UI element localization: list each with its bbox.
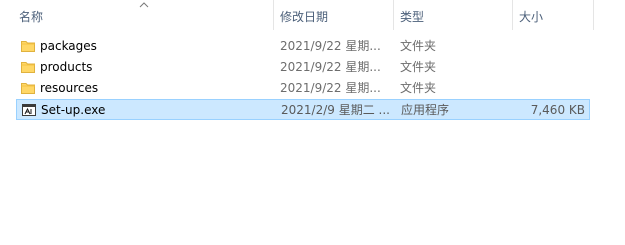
file-type: 文件夹: [400, 39, 437, 53]
file-date: 2021/9/22 星期...: [280, 39, 381, 53]
column-header-name[interactable]: 名称: [19, 0, 43, 32]
column-header-date-label: 修改日期: [280, 10, 329, 24]
column-divider[interactable]: [593, 0, 594, 30]
file-row-selected[interactable]: Set-up.exe 2021/2/9 星期二 ... 应用程序 7,460 K…: [16, 99, 590, 120]
file-name: Set-up.exe: [41, 103, 106, 117]
sort-ascending-icon: [139, 2, 149, 8]
file-date: 2021/2/9 星期二 ...: [281, 103, 390, 117]
column-header-date[interactable]: 修改日期: [280, 0, 328, 32]
file-size: 7,460 KB: [530, 103, 585, 117]
column-header-size-label: 大小: [519, 10, 544, 24]
column-header-name-label: 名称: [19, 10, 44, 24]
file-type: 文件夹: [400, 60, 437, 74]
column-divider[interactable]: [273, 0, 274, 30]
file-list-pane: 名称 修改日期 类型 大小 packages 2021/9/22 星期... 文…: [0, 0, 625, 245]
file-row[interactable]: resources 2021/9/22 星期... 文件夹: [16, 78, 590, 99]
file-row[interactable]: packages 2021/9/22 星期... 文件夹: [16, 36, 590, 57]
folder-icon: [21, 83, 35, 94]
file-type: 应用程序: [401, 103, 450, 117]
file-row[interactable]: products 2021/9/22 星期... 文件夹: [16, 57, 590, 78]
file-name: packages: [40, 39, 97, 53]
executable-icon: [22, 104, 36, 116]
column-header-bar: 名称 修改日期 类型 大小: [0, 0, 625, 32]
column-divider[interactable]: [393, 0, 394, 30]
file-date: 2021/9/22 星期...: [280, 60, 381, 74]
file-name: resources: [40, 81, 99, 95]
file-name: products: [40, 60, 93, 74]
column-header-type-label: 类型: [400, 10, 425, 24]
file-type: 文件夹: [400, 81, 437, 95]
column-header-size[interactable]: 大小: [519, 0, 543, 32]
folder-icon: [21, 62, 35, 73]
column-header-type[interactable]: 类型: [400, 0, 424, 32]
file-date: 2021/9/22 星期...: [280, 81, 381, 95]
column-divider[interactable]: [512, 0, 513, 30]
folder-icon: [21, 41, 35, 52]
